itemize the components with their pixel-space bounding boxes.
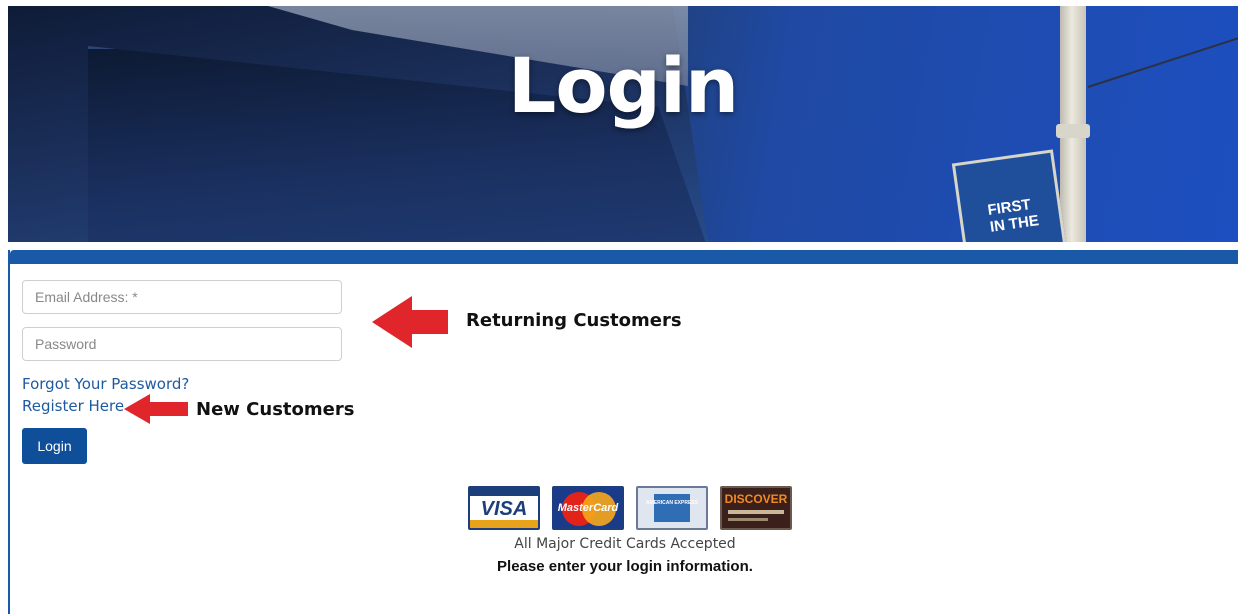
new-customers-arrow-icon xyxy=(124,394,188,424)
page-title: Login xyxy=(507,41,739,130)
discover-card-icon: DISCOVER xyxy=(720,486,792,530)
returning-customers-label: Returning Customers xyxy=(466,310,682,331)
credit-card-logos: VISA MasterCard AMERICAN EXPRESS DISCOVE… xyxy=(468,486,792,532)
returning-arrow-icon xyxy=(372,296,448,348)
login-button[interactable]: Login xyxy=(22,428,87,464)
discover-card-text: DISCOVER xyxy=(724,492,788,506)
register-link[interactable]: Register Here xyxy=(22,397,124,415)
password-field[interactable] xyxy=(22,327,342,361)
panel-header-bar xyxy=(10,250,1238,264)
amex-card-text: AMERICAN EXPRESS xyxy=(646,500,698,506)
login-instruction-text: Please enter your login information. xyxy=(497,558,753,575)
visa-card-icon: VISA xyxy=(468,486,540,530)
mastercard-text: MasterCard xyxy=(557,502,619,514)
new-customers-label: New Customers xyxy=(196,399,355,420)
accepted-cards-text: All Major Credit Cards Accepted xyxy=(514,536,736,552)
street-banner-image: FIRST IN THE xyxy=(951,149,1067,242)
street-banner-text: FIRST IN THE xyxy=(986,196,1040,236)
amex-card-icon: AMERICAN EXPRESS xyxy=(636,486,708,530)
forgot-password-link[interactable]: Forgot Your Password? xyxy=(22,375,189,393)
email-field[interactable] xyxy=(22,280,342,314)
login-panel: Forgot Your Password? Register Here Logi… xyxy=(8,250,1238,614)
mastercard-icon: MasterCard xyxy=(552,486,624,530)
visa-card-text: VISA xyxy=(480,498,528,520)
